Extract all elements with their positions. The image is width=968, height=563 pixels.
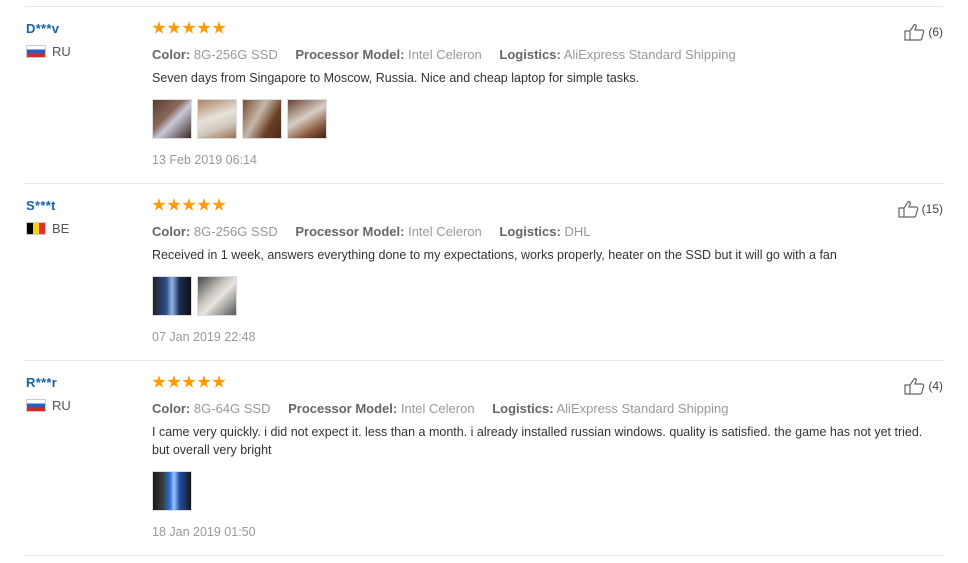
attr-key: Logistics: [492, 401, 554, 416]
attr-value: DHL [564, 224, 591, 239]
star-icon [167, 21, 181, 34]
review-item: D***v RU Color: 8G-256G SSD Processor Mo… [25, 6, 943, 183]
thumbs-up-icon [904, 378, 925, 395]
reviewer-country: RU [26, 44, 71, 59]
review-photos [152, 276, 942, 316]
reviewer-info: R***r RU [26, 375, 71, 413]
helpful-count: (6) [928, 25, 943, 39]
attr-key: Processor Model: [295, 224, 405, 239]
star-icon [152, 198, 166, 211]
attr-value: 8G-256G SSD [193, 224, 278, 239]
review-content: Color: 8G-256G SSD Processor Model: Inte… [152, 198, 942, 344]
attr-value: 8G-64G SSD [193, 401, 271, 416]
star-icon [197, 375, 211, 388]
helpful-button[interactable]: (4) [904, 377, 943, 395]
reviewer-name[interactable]: R***r [26, 375, 71, 390]
review-date: 07 Jan 2019 22:48 [152, 330, 256, 344]
review-photos [152, 99, 942, 139]
star-icon [152, 21, 166, 34]
russia-flag-icon [26, 399, 46, 412]
review-date: 18 Jan 2019 01:50 [152, 525, 256, 539]
star-icon [197, 21, 211, 34]
star-rating [152, 21, 942, 37]
star-icon [152, 375, 166, 388]
review-photos [152, 471, 942, 511]
star-icon [182, 198, 196, 211]
attr-value: 8G-256G SSD [193, 47, 278, 62]
country-code: RU [52, 44, 71, 59]
attr-key: Color: [152, 47, 191, 62]
attr-value: Intel Celeron [400, 401, 475, 416]
attr-key: Processor Model: [295, 47, 405, 62]
attr-key: Color: [152, 401, 191, 416]
country-code: RU [52, 398, 71, 413]
reviewer-country: RU [26, 398, 71, 413]
review-photo[interactable] [152, 99, 192, 139]
attr-key: Logistics: [499, 47, 561, 62]
attr-key: Logistics: [499, 224, 561, 239]
product-attributes: Color: 8G-64G SSD Processor Model: Intel… [152, 401, 942, 416]
star-icon [182, 375, 196, 388]
reviewer-info: S***t BE [26, 198, 69, 236]
review-photo[interactable] [152, 471, 192, 511]
helpful-button[interactable]: (6) [904, 23, 943, 41]
review-photo[interactable] [197, 276, 237, 316]
reviewer-info: D***v RU [26, 21, 71, 59]
helpful-count: (15) [921, 202, 943, 216]
review-text: Received in 1 week, answers everything d… [152, 248, 837, 262]
reviewer-name[interactable]: S***t [26, 198, 69, 213]
review-item: S***t BE Color: 8G-256G SSD Processor Mo… [25, 183, 943, 360]
review-content: Color: 8G-256G SSD Processor Model: Inte… [152, 21, 942, 167]
star-icon [167, 198, 181, 211]
russia-flag-icon [26, 45, 46, 58]
star-icon [212, 21, 226, 34]
country-code: BE [52, 221, 70, 236]
review-text: Seven days from Singapore to Moscow, Rus… [152, 71, 640, 85]
review-photo[interactable] [242, 99, 282, 139]
attr-value: Intel Celeron [408, 224, 482, 239]
review-photo[interactable] [287, 99, 327, 139]
attr-key: Processor Model: [288, 401, 398, 416]
review-date: 13 Feb 2019 06:14 [152, 153, 257, 167]
reviewer-name[interactable]: D***v [26, 21, 71, 36]
product-attributes: Color: 8G-256G SSD Processor Model: Inte… [152, 224, 942, 239]
review-photo[interactable] [197, 99, 237, 139]
star-icon [182, 21, 196, 34]
belgium-flag-icon [26, 222, 46, 235]
review-text: I came very quickly. i did not expect it… [152, 425, 923, 457]
thumbs-up-icon [898, 201, 918, 218]
review-photo[interactable] [152, 276, 192, 316]
star-icon [197, 198, 211, 211]
star-icon [212, 198, 226, 211]
helpful-count: (4) [928, 379, 943, 393]
review-item: R***r RU Color: 8G-64G SSD Processor Mod… [25, 360, 943, 556]
review-content: Color: 8G-64G SSD Processor Model: Intel… [152, 375, 942, 539]
attr-value: Intel Celeron [408, 47, 482, 62]
thumbs-up-icon [904, 24, 925, 41]
attr-value: AliExpress Standard Shipping [556, 401, 729, 416]
attr-value: AliExpress Standard Shipping [563, 47, 736, 62]
helpful-button[interactable]: (15) [898, 200, 943, 218]
star-rating [152, 375, 942, 391]
star-icon [167, 375, 181, 388]
star-rating [152, 198, 942, 214]
reviewer-country: BE [26, 221, 69, 236]
star-icon [212, 375, 226, 388]
product-attributes: Color: 8G-256G SSD Processor Model: Inte… [152, 47, 942, 62]
attr-key: Color: [152, 224, 191, 239]
